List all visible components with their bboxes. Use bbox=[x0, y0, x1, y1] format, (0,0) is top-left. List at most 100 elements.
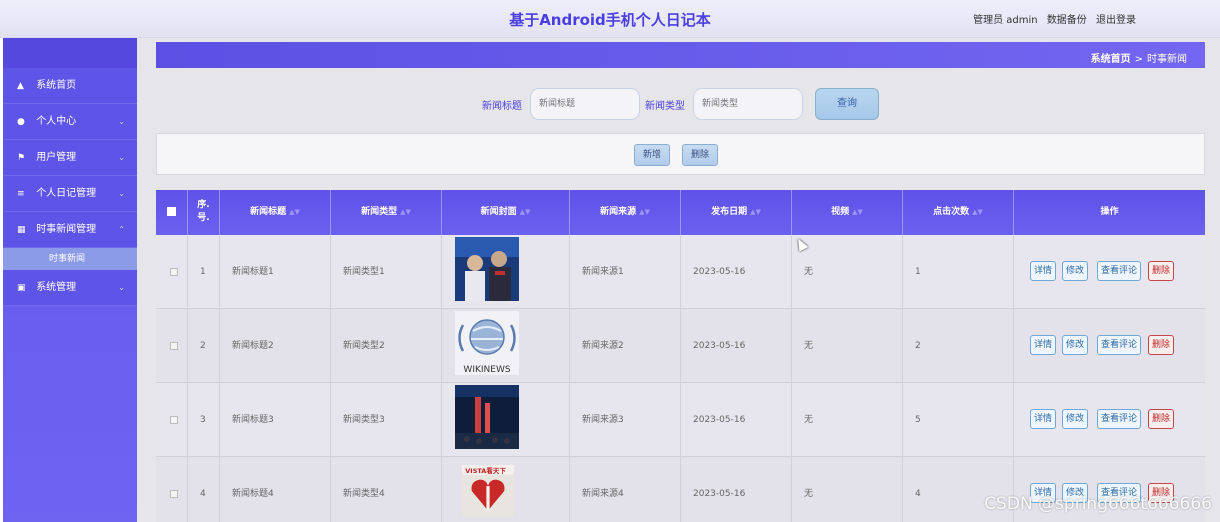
row-source: 新闻来源3 bbox=[570, 383, 681, 457]
row-clicks: 2 bbox=[903, 309, 1014, 383]
edit-button[interactable]: 修改 bbox=[1062, 261, 1089, 281]
user-icon: ● bbox=[17, 117, 25, 127]
cover-header[interactable]: 新闻封面 ▲▼ bbox=[442, 190, 570, 235]
sidebar-subitem-news[interactable]: 时事新闻 bbox=[3, 248, 137, 270]
sidebar-item-label: 用户管理 bbox=[36, 152, 77, 163]
row-video: 无 bbox=[792, 235, 903, 309]
home-icon: ▲ bbox=[17, 81, 24, 91]
date-header[interactable]: 发布日期 ▲▼ bbox=[681, 190, 792, 235]
detail-button[interactable]: 详情 bbox=[1030, 261, 1057, 281]
news-cover-image[interactable] bbox=[455, 385, 519, 449]
row-cover-cell: VISTA看天下 bbox=[442, 457, 570, 522]
row-clicks: 5 bbox=[903, 383, 1014, 457]
edit-button[interactable]: 修改 bbox=[1062, 409, 1089, 429]
view-comments-button[interactable]: 查看评论 bbox=[1097, 335, 1142, 355]
title-search-input[interactable] bbox=[530, 88, 640, 120]
type-search-input[interactable] bbox=[693, 88, 803, 120]
row-index: 4 bbox=[188, 457, 220, 522]
row-source: 新闻来源4 bbox=[570, 457, 681, 522]
row-checkbox[interactable] bbox=[170, 415, 178, 424]
row-index: 2 bbox=[188, 309, 220, 383]
row-select-cell bbox=[156, 235, 188, 309]
source-header[interactable]: 新闻来源 ▲▼ bbox=[570, 190, 681, 235]
sort-icon: ▲▼ bbox=[289, 208, 300, 216]
top-bar: 基于Android手机个人日记本 管理员 admin 数据备份 退出登录 bbox=[0, 0, 1220, 38]
breadcrumb-home[interactable]: 系统首页 bbox=[1091, 54, 1131, 65]
sidebar-item-diary[interactable]: ≡ 个人日记管理 ⌄ bbox=[3, 176, 137, 212]
sidebar-item-label: 系统首页 bbox=[36, 80, 77, 91]
detail-button[interactable]: 详情 bbox=[1030, 409, 1057, 429]
view-comments-button[interactable]: 查看评论 bbox=[1097, 261, 1142, 281]
row-title: 新闻标题2 bbox=[220, 309, 331, 383]
row-type: 新闻类型3 bbox=[331, 383, 442, 457]
index-header-line2: 号. bbox=[197, 213, 210, 223]
row-type: 新闻类型2 bbox=[331, 309, 442, 383]
table-header: 序. 号. 新闻标题 ▲▼ 新闻类型 ▲▼ 新闻封面 ▲▼ 新闻来源 ▲▼ 发布日期 ▲▼ … bbox=[156, 190, 1205, 235]
backup-link[interactable]: 数据备份 bbox=[1047, 15, 1087, 26]
index-header-line1: 序. bbox=[197, 200, 210, 210]
type-header-label: 新闻类型 bbox=[361, 207, 398, 217]
select-all-checkbox[interactable] bbox=[167, 207, 176, 216]
action-bar: 新增 删除 bbox=[156, 133, 1205, 175]
row-checkbox[interactable] bbox=[170, 489, 178, 498]
sort-icon: ▲▼ bbox=[400, 208, 411, 216]
chevron-down-icon: ⌄ bbox=[118, 117, 125, 126]
sidebar-item-system[interactable]: ▣ 系统管理 ⌄ bbox=[3, 270, 137, 306]
grid-icon: ▦ bbox=[17, 225, 26, 235]
sidebar-item-profile[interactable]: ● 个人中心 ⌄ bbox=[3, 104, 137, 140]
add-button[interactable]: 新增 bbox=[634, 144, 671, 166]
row-date: 2023-05-16 bbox=[681, 235, 792, 309]
type-search-label: 新闻类型 bbox=[645, 101, 685, 112]
select-all-header bbox=[156, 190, 188, 235]
row-date: 2023-05-16 bbox=[681, 457, 792, 522]
news-cover-image[interactable] bbox=[455, 237, 519, 301]
row-cover-cell bbox=[442, 383, 570, 457]
vista-caption: VISTA看天下 bbox=[465, 466, 506, 475]
row-title: 新闻标题4 bbox=[220, 457, 331, 522]
row-video: 无 bbox=[792, 457, 903, 522]
wikinews-caption: WIKINEWS bbox=[463, 365, 510, 375]
type-header[interactable]: 新闻类型 ▲▼ bbox=[331, 190, 442, 235]
delete-button[interactable]: 删除 bbox=[682, 144, 719, 166]
title-header[interactable]: 新闻标题 ▲▼ bbox=[220, 190, 331, 235]
chevron-up-icon: ⌃ bbox=[118, 225, 125, 234]
row-clicks: 1 bbox=[903, 235, 1014, 309]
sidebar: ▲ 系统首页 ● 个人中心 ⌄ ⚑ 用户管理 ⌄ ≡ 个人日记管理 ⌄ ▦ 时事… bbox=[3, 38, 137, 522]
clicks-header-label: 点击次数 bbox=[933, 207, 970, 217]
row-video: 无 bbox=[792, 309, 903, 383]
row-source: 新闻来源1 bbox=[570, 235, 681, 309]
top-links: 管理员 admin 数据备份 退出登录 bbox=[967, 11, 1136, 26]
video-header[interactable]: 视频 ▲▼ bbox=[792, 190, 903, 235]
detail-button[interactable]: 详情 bbox=[1030, 335, 1057, 355]
wikinews-cover-image[interactable]: WIKINEWS bbox=[455, 311, 519, 375]
breadcrumb: 系统首页 > 时事新闻 bbox=[1091, 50, 1187, 65]
view-comments-button[interactable]: 查看评论 bbox=[1097, 409, 1142, 429]
row-date: 2023-05-16 bbox=[681, 383, 792, 457]
sidebar-header bbox=[3, 38, 137, 68]
edit-button[interactable]: 修改 bbox=[1062, 335, 1089, 355]
query-button[interactable]: 查询 bbox=[815, 88, 879, 120]
index-header: 序. 号. bbox=[188, 190, 220, 235]
row-checkbox[interactable] bbox=[170, 267, 178, 276]
vista-cover-image[interactable]: VISTA看天下 bbox=[462, 459, 514, 522]
sort-icon: ▲▼ bbox=[852, 208, 863, 216]
delete-row-button[interactable]: 删除 bbox=[1148, 261, 1175, 281]
sidebar-item-users[interactable]: ⚑ 用户管理 ⌄ bbox=[3, 140, 137, 176]
delete-row-button[interactable]: 删除 bbox=[1148, 409, 1175, 429]
clicks-header[interactable]: 点击次数 ▲▼ bbox=[903, 190, 1014, 235]
row-video: 无 bbox=[792, 383, 903, 457]
admin-user-label: 管理员 admin bbox=[973, 15, 1038, 26]
sidebar-item-label: 个人中心 bbox=[36, 116, 77, 127]
logout-link[interactable]: 退出登录 bbox=[1096, 15, 1136, 26]
sidebar-item-home[interactable]: ▲ 系统首页 bbox=[3, 68, 137, 104]
date-header-label: 发布日期 bbox=[711, 207, 748, 217]
delete-row-button[interactable]: 删除 bbox=[1148, 335, 1175, 355]
row-checkbox[interactable] bbox=[170, 341, 178, 350]
briefcase-icon: ▣ bbox=[17, 283, 26, 293]
csdn-watermark: CSDN @spring666t666666 bbox=[984, 494, 1212, 514]
row-index: 1 bbox=[188, 235, 220, 309]
row-title: 新闻标题1 bbox=[220, 235, 331, 309]
sidebar-item-news[interactable]: ▦ 时事新闻管理 ⌃ bbox=[3, 212, 137, 248]
sidebar-item-label: 时事新闻管理 bbox=[36, 224, 97, 235]
sliders-icon: ≡ bbox=[17, 189, 25, 199]
